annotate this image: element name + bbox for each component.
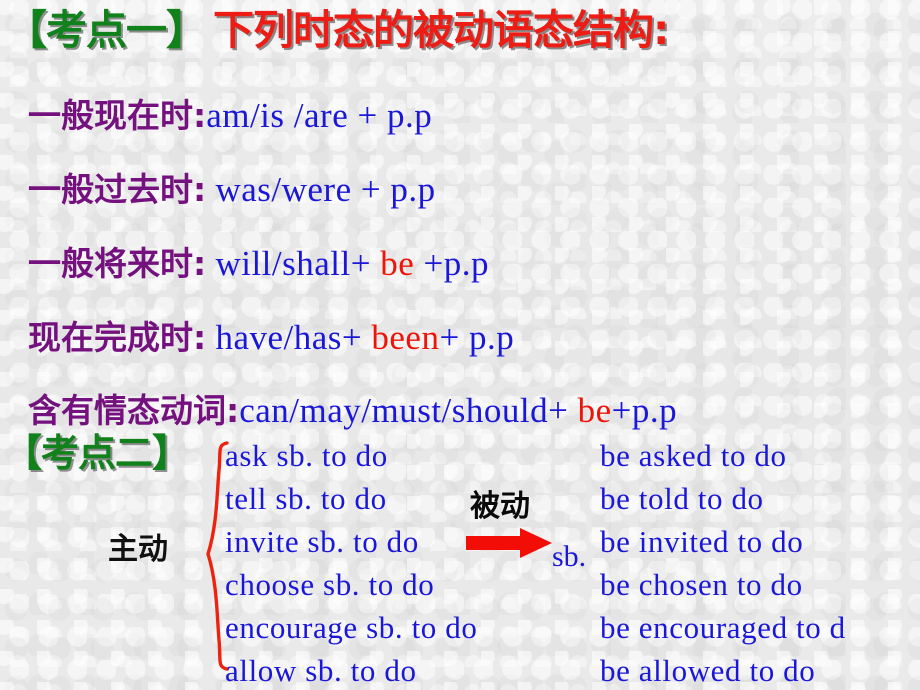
verb-pair-passive: be encouraged to d (600, 610, 846, 645)
tense-formula-part: have/has+ (206, 318, 372, 357)
tense-formula-highlight: be (380, 244, 415, 283)
tense-label: 一般现在时: (28, 96, 207, 135)
tense-formula-part: am/is /are + p.p (206, 96, 433, 135)
tense-formula-part: can/may/must/should+ (239, 391, 578, 430)
tense-formula-highlight: been (371, 318, 440, 357)
tense-row-modal-verbs: 含有情态动词:can/may/must/should+ be+p.p (28, 393, 677, 428)
passive-voice-label: 被动 (470, 489, 530, 524)
tense-row-simple-present: 一般现在时:am/is /are + p.p (28, 98, 432, 133)
verb-pair-row: choose sb. to do be chosen to do (225, 569, 803, 600)
tense-row-present-perfect: 现在完成时: have/has+ been+ p.p (28, 320, 514, 355)
tense-formula-part: + p.p (439, 318, 515, 357)
tense-label: 含有情态动词: (28, 391, 240, 430)
slide-canvas: 【考点一】 下列时态的被动语态结构: 一般现在时:am/is /are + p.p… (0, 0, 920, 690)
verb-pair-passive: be allowed to do (600, 653, 816, 688)
tense-formula-part: will/shall+ (206, 244, 381, 283)
tense-label: 一般将来时: (28, 244, 207, 283)
verb-pair-passive: be chosen to do (600, 567, 803, 602)
active-voice-label: 主动 (108, 532, 168, 567)
verb-pair-passive: be asked to do (600, 438, 787, 473)
tense-formula-highlight: be (577, 391, 612, 430)
verb-pair-active: encourage sb. to do (225, 610, 478, 645)
verb-pair-active: ask sb. to do (225, 438, 388, 473)
tense-row-simple-past: 一般过去时: was/were + p.p (28, 172, 436, 207)
heading-one-tag: 【考点一】 (6, 6, 207, 54)
verb-pair-active: choose sb. to do (225, 567, 435, 602)
heading-two-tag: 【考点二】 (4, 431, 190, 475)
tense-formula-part: +p.p (414, 244, 490, 283)
tense-formula-part: +p.p (611, 391, 678, 430)
verb-pair-row: allow sb. to do be allowed to do (225, 655, 815, 686)
verb-pair-active: tell sb. to do (225, 481, 387, 516)
tense-label: 现在完成时: (28, 318, 207, 357)
tense-formula-part: was/were + p.p (206, 170, 436, 209)
tense-row-simple-future: 一般将来时: will/shall+ be +p.p (28, 246, 489, 281)
passive-object-word: sb. (552, 540, 587, 573)
verb-pair-passive: be told to do (600, 481, 764, 516)
verb-pair-active: allow sb. to do (225, 653, 417, 688)
heading-one-text: 下列时态的被动语态结构: (213, 6, 669, 54)
verb-pair-row: ask sb. to do be asked to do (225, 440, 787, 471)
right-arrow-icon (466, 528, 552, 558)
verb-pair-row: encourage sb. to do be encouraged to d (225, 612, 846, 643)
heading-one: 【考点一】 下列时态的被动语态结构: (6, 10, 669, 51)
tense-label: 一般过去时: (28, 170, 207, 209)
verb-pair-passive: be invited to do (600, 524, 804, 559)
